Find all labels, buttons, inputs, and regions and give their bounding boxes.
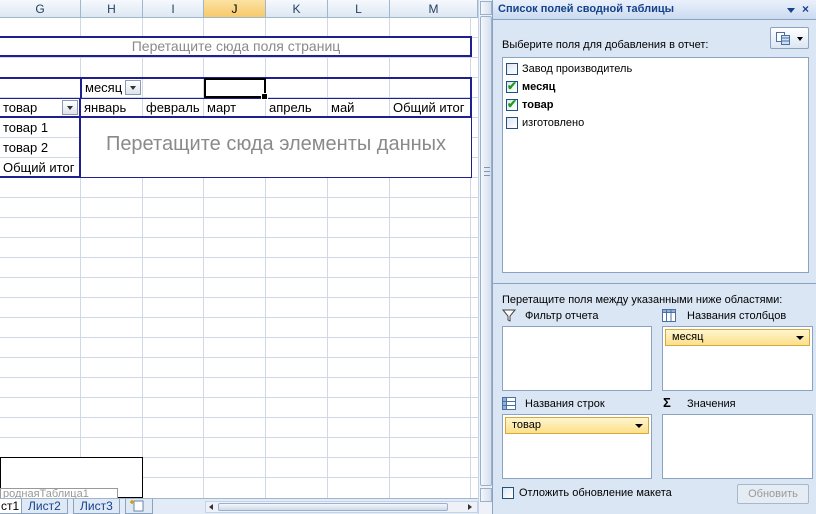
vertical-scroll-thumb[interactable] (480, 16, 492, 486)
column-header-j[interactable]: J (204, 0, 266, 18)
horizontal-scrollbar[interactable] (205, 501, 478, 513)
column-header-m[interactable]: M (390, 0, 478, 18)
scroll-left-icon[interactable] (209, 504, 213, 510)
values-area[interactable] (662, 414, 813, 479)
vertical-scrollbar[interactable] (478, 0, 492, 514)
sheet-tab-2[interactable]: Лист2 (21, 499, 68, 514)
field-checkbox[interactable] (506, 117, 518, 129)
column-item[interactable]: январь (81, 98, 143, 118)
insert-sheet-icon[interactable] (125, 499, 153, 514)
field-item[interactable]: ✔ товар (506, 97, 796, 115)
row-field-label: товар (3, 100, 38, 115)
defer-checkbox[interactable] (502, 487, 514, 499)
pivot-field-list-panel: Список полей сводной таблицы × Выберите … (492, 0, 816, 514)
sheet-tab-3[interactable]: Лист3 (73, 499, 120, 514)
update-button[interactable]: Обновить (737, 484, 809, 504)
field-checkbox[interactable] (506, 63, 518, 75)
worksheet[interactable]: G H I J K L M Перетащите сюда поля стран… (0, 0, 478, 514)
field-list: Завод производитель ✔ месяц ✔ товар изго… (502, 57, 809, 273)
row-grand-total[interactable]: Общий итог (0, 158, 79, 178)
column-header-l[interactable]: L (328, 0, 390, 18)
column-field-pill[interactable]: месяц (665, 329, 810, 346)
grip-icon (484, 167, 490, 176)
field-list-layout-button[interactable] (770, 27, 809, 49)
sheet-tab-bar: ст1 Лист2 Лист3 (0, 498, 478, 514)
page-fields-dropzone[interactable]: Перетащите сюда поля страниц (0, 36, 472, 57)
field-item[interactable]: изготовлено (506, 115, 796, 133)
column-labels-icon (662, 309, 676, 322)
column-labels-area[interactable]: месяц (662, 326, 813, 391)
pill-label: месяц (672, 331, 704, 343)
report-filter-area[interactable] (502, 326, 652, 391)
field-list-layout-icon (776, 32, 790, 45)
values-title: Значения (687, 398, 736, 410)
page-fields-placeholder: Перетащите сюда поля страниц (131, 38, 341, 54)
field-checkbox[interactable]: ✔ (506, 97, 518, 111)
column-header-i[interactable]: I (143, 0, 204, 18)
field-label: изготовлено (522, 117, 585, 129)
row-labels-icon (502, 397, 516, 410)
field-checkbox[interactable]: ✔ (506, 79, 518, 93)
row-field-dropdown[interactable] (62, 100, 78, 115)
scroll-down-button[interactable] (480, 488, 492, 502)
scroll-up-button[interactable] (480, 1, 492, 15)
column-field-dropdown[interactable] (125, 80, 141, 95)
chevron-down-icon[interactable] (635, 424, 643, 428)
panel-header: Список полей сводной таблицы × (493, 0, 816, 20)
field-label: товар (522, 99, 554, 111)
panel-title: Список полей сводной таблицы (498, 3, 675, 15)
choose-fields-label: Выберите поля для добавления в отчет: (502, 39, 709, 51)
defer-label: Отложить обновление макета (519, 487, 672, 499)
chevron-down-icon[interactable] (796, 336, 804, 340)
column-header-k[interactable]: K (266, 0, 328, 18)
column-item[interactable]: март (204, 98, 266, 118)
column-labels-title: Названия столбцов (687, 310, 787, 322)
column-item[interactable]: май (328, 98, 390, 118)
scroll-right-icon[interactable] (468, 504, 472, 510)
report-filter-title: Фильтр отчета (525, 310, 599, 322)
column-item[interactable]: февраль (143, 98, 204, 118)
sigma-icon: Σ (663, 395, 671, 410)
row-labels-title: Названия строк (525, 398, 605, 410)
active-cell[interactable] (204, 78, 268, 100)
drag-fields-label: Перетащите поля между указанными ниже об… (502, 294, 783, 306)
data-items-dropzone[interactable]: Перетащите сюда элементы данных (81, 118, 471, 177)
horizontal-scroll-thumb[interactable] (218, 503, 448, 511)
checkmark-icon: ✔ (507, 97, 518, 111)
pill-label: товар (512, 419, 541, 431)
column-header-g[interactable]: G (0, 0, 81, 18)
data-items-placeholder: Перетащите сюда элементы данных (105, 133, 447, 155)
row-item[interactable]: товар 1 (0, 118, 79, 138)
close-icon[interactable]: × (802, 2, 809, 16)
field-label: Завод производитель (522, 63, 633, 75)
column-field-label: месяц (85, 80, 123, 95)
column-item[interactable]: апрель (266, 98, 328, 118)
column-header-h[interactable]: H (81, 0, 143, 18)
filter-icon (502, 309, 516, 322)
column-headers: G H I J K L M (0, 0, 478, 18)
chevron-down-icon (797, 37, 803, 41)
row-field-pill[interactable]: товар (505, 417, 649, 434)
panel-divider[interactable] (493, 283, 816, 284)
row-item[interactable]: товар 2 (0, 138, 79, 158)
field-item[interactable]: ✔ месяц (506, 79, 796, 97)
row-labels-area[interactable]: товар (502, 414, 652, 479)
column-grand-total[interactable]: Общий итог (390, 98, 472, 118)
panel-options-dropdown-icon[interactable] (786, 4, 796, 16)
field-item[interactable]: Завод производитель (506, 61, 796, 79)
checkmark-icon: ✔ (507, 79, 518, 93)
field-label: месяц (522, 81, 556, 93)
